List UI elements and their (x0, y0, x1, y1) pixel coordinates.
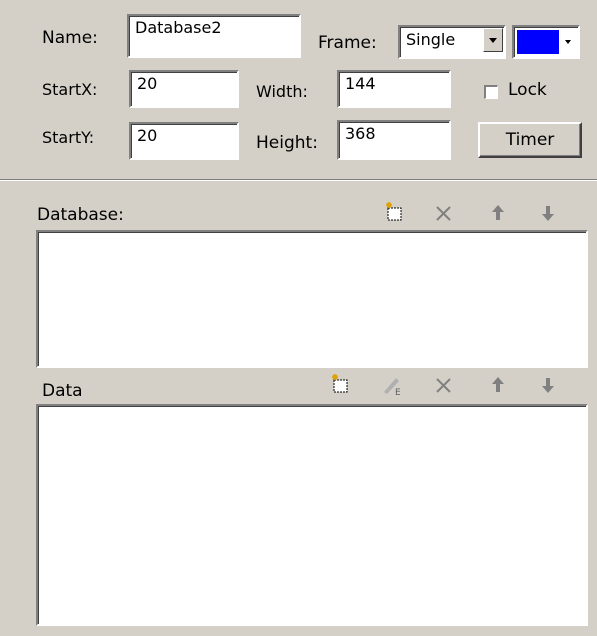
lock-label: Lock (508, 80, 547, 100)
width-label: Width: (256, 82, 308, 101)
move-down-icon[interactable] (535, 200, 561, 226)
svg-text:E: E (395, 388, 401, 398)
edit-icon[interactable]: E (380, 372, 406, 398)
width-field[interactable]: 144 (337, 70, 451, 108)
color-picker[interactable] (512, 25, 580, 59)
separator (0, 180, 597, 181)
frame-select[interactable]: Single (398, 25, 506, 59)
color-swatch (517, 30, 559, 54)
database-list[interactable] (36, 230, 588, 368)
lock-checkbox[interactable] (484, 85, 498, 99)
data-list[interactable] (36, 404, 588, 626)
frame-label: Frame: (318, 33, 377, 53)
name-field[interactable]: Database2 (127, 14, 301, 58)
data-label: Data (42, 381, 83, 401)
name-label: Name: (42, 28, 98, 48)
delete-icon[interactable] (431, 372, 457, 398)
move-up-icon[interactable] (485, 372, 511, 398)
startx-label: StartX: (42, 80, 98, 99)
chevron-down-icon (565, 40, 571, 44)
height-label: Height: (256, 133, 318, 153)
delete-icon[interactable] (431, 200, 457, 226)
starty-label: StartY: (42, 128, 95, 147)
new-icon[interactable] (327, 372, 353, 398)
height-field[interactable]: 368 (337, 120, 451, 160)
new-icon[interactable] (381, 200, 407, 226)
move-down-icon[interactable] (535, 372, 561, 398)
starty-field[interactable]: 20 (129, 122, 239, 160)
database-label: Database: (37, 205, 124, 225)
move-up-icon[interactable] (485, 200, 511, 226)
timer-button[interactable]: Timer (478, 122, 582, 158)
chevron-down-icon (489, 38, 497, 43)
frame-select-value: Single (406, 30, 456, 49)
startx-field[interactable]: 20 (129, 70, 239, 108)
frame-dropdown-button[interactable] (483, 28, 503, 52)
